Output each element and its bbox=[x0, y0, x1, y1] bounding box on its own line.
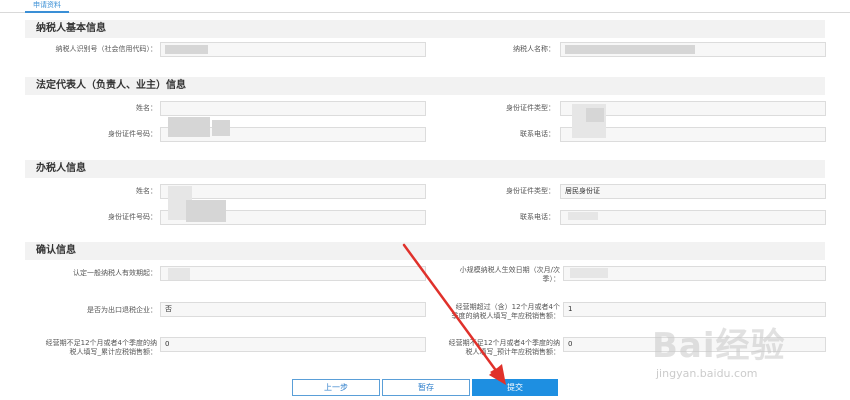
watermark-main-text: Bai经验 bbox=[652, 326, 786, 366]
watermark-logo: Bai经验 jingyan.baidu.com bbox=[652, 318, 812, 388]
watermark-sub-text: jingyan.baidu.com bbox=[656, 367, 758, 380]
